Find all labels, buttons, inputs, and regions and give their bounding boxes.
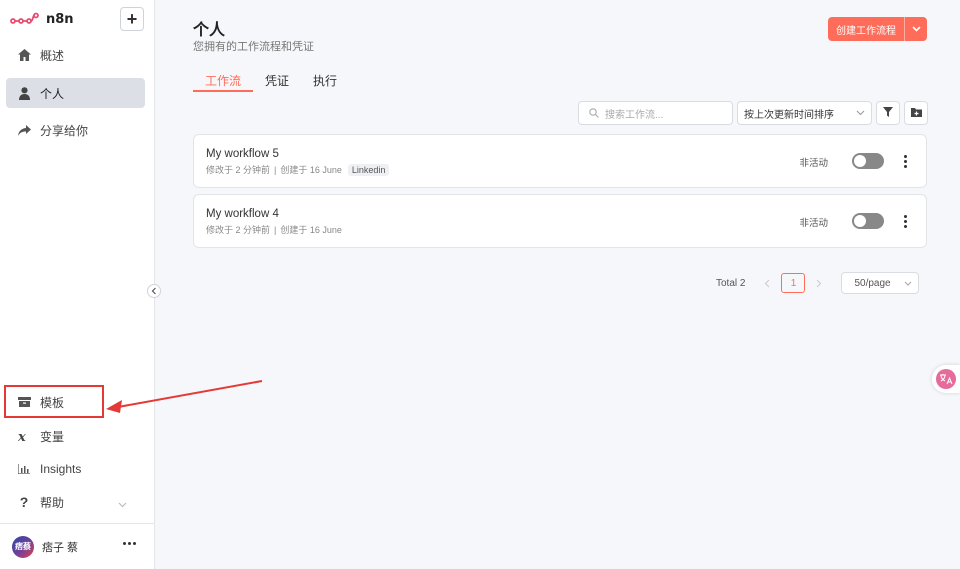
variable-icon: x — [17, 430, 31, 442]
share-icon — [17, 124, 31, 136]
new-folder-button[interactable] — [904, 101, 928, 125]
question-icon: ? — [19, 494, 29, 510]
avatar: 痞蔡 — [12, 535, 34, 558]
workflow-created: 创建于 16 June — [280, 165, 342, 175]
meta-separator: | — [274, 164, 277, 175]
sidebar-item-label: 概述 — [40, 48, 65, 63]
page-subtitle: 您拥有的工作流程和凭证 — [193, 41, 314, 53]
workflow-status: 非活动 — [799, 158, 828, 169]
translate-icon — [936, 369, 956, 389]
workflow-modified: 修改于 2 分钟前 — [206, 165, 271, 175]
sort-value: 按上次更新时间排序 — [744, 109, 834, 121]
user-name: 痞子 蔡 — [42, 541, 79, 554]
sidebar-item-label: Insights — [40, 462, 82, 476]
main-content: 个人 您拥有的工作流程和凭证 创建工作流程 工作流 凭证 执行 搜索工作流...… — [156, 0, 960, 569]
chevron-down-icon — [856, 108, 865, 119]
sidebar-item-label: 分享给你 — [40, 123, 89, 138]
workflow-name[interactable]: My workflow 4 — [206, 208, 279, 220]
chevron-down-icon — [904, 278, 912, 289]
app-name: n8n — [46, 11, 74, 27]
chevron-down-icon[interactable] — [905, 17, 927, 41]
n8n-logo-icon — [10, 12, 40, 26]
sidebar-item-shared[interactable]: 分享给你 — [6, 115, 145, 145]
workflow-name[interactable]: My workflow 5 — [206, 148, 279, 160]
tab-workflows[interactable]: 工作流 — [193, 72, 254, 92]
svg-text:x: x — [18, 430, 26, 442]
search-input[interactable]: 搜索工作流... — [578, 101, 733, 125]
search-icon — [589, 108, 599, 118]
active-toggle[interactable] — [852, 153, 884, 169]
prev-page-icon[interactable] — [757, 279, 777, 288]
sidebar-item-insights[interactable]: Insights — [6, 454, 145, 484]
workflow-meta: 修改于 2 分钟前 | 创建于 16 June — [206, 223, 342, 236]
page-size-value: 50/page — [854, 277, 891, 289]
sidebar-item-personal[interactable]: 个人 — [6, 78, 145, 108]
workflow-created: 创建于 16 June — [280, 225, 342, 235]
annotation-highlight-box — [4, 385, 104, 418]
workflow-card[interactable]: My workflow 5 修改于 2 分钟前 | 创建于 16 June Li… — [193, 134, 927, 188]
toolbar: 搜索工作流... 按上次更新时间排序 — [578, 101, 928, 125]
folder-plus-icon — [910, 104, 922, 122]
page-button-current[interactable]: 1 — [781, 273, 806, 293]
logo-row: n8n + — [10, 7, 144, 31]
chevron-left-icon — [151, 282, 157, 300]
sort-select[interactable]: 按上次更新时间排序 — [737, 101, 872, 125]
more-icon[interactable] — [123, 542, 136, 545]
sidebar-item-help[interactable]: ? 帮助 — [6, 487, 145, 517]
tabs: 工作流 凭证 执行 — [193, 72, 349, 92]
translate-button[interactable] — [932, 365, 960, 393]
sidebar-item-label: 变量 — [40, 429, 65, 444]
meta-separator: | — [274, 224, 277, 235]
create-workflow-button[interactable]: 创建工作流程 — [828, 17, 927, 41]
user-icon — [17, 86, 31, 100]
chart-icon — [17, 464, 31, 474]
chevron-down-icon — [118, 497, 127, 511]
tab-executions[interactable]: 执行 — [301, 72, 349, 91]
user-menu[interactable]: 痞蔡 痞子 蔡 — [0, 523, 154, 569]
add-button[interactable]: + — [120, 7, 144, 31]
filter-icon — [883, 104, 893, 122]
collapse-sidebar-button[interactable] — [147, 284, 161, 298]
next-page-icon[interactable] — [809, 279, 829, 288]
search-placeholder: 搜索工作流... — [605, 109, 664, 121]
tab-credentials[interactable]: 凭证 — [253, 72, 301, 91]
workflow-status: 非活动 — [799, 218, 828, 229]
create-workflow-label[interactable]: 创建工作流程 — [828, 17, 905, 41]
page-size-select[interactable]: 50/page — [841, 272, 920, 294]
sidebar-item-label: 个人 — [40, 86, 65, 101]
sidebar-item-label: 帮助 — [40, 495, 65, 510]
more-vertical-icon[interactable] — [904, 215, 907, 228]
home-icon — [17, 49, 31, 61]
pagination: Total 2 1 50/page — [716, 272, 920, 294]
page-title: 个人 — [193, 22, 226, 39]
filter-button[interactable] — [876, 101, 900, 125]
active-toggle[interactable] — [852, 213, 884, 229]
workflow-card[interactable]: My workflow 4 修改于 2 分钟前 | 创建于 16 June 非活… — [193, 194, 927, 248]
sidebar: n8n + 概述 个人 分享给你 模板 x 变量 Insights ? 帮助 痞… — [0, 0, 155, 569]
pagination-total: Total 2 — [716, 277, 746, 289]
workflow-meta: 修改于 2 分钟前 | 创建于 16 June Linkedin — [206, 163, 390, 176]
sidebar-item-variables[interactable]: x 变量 — [6, 421, 145, 451]
sidebar-item-overview[interactable]: 概述 — [6, 40, 145, 70]
workflow-modified: 修改于 2 分钟前 — [206, 225, 271, 235]
workflow-tag[interactable]: Linkedin — [347, 163, 390, 176]
more-vertical-icon[interactable] — [904, 155, 907, 168]
